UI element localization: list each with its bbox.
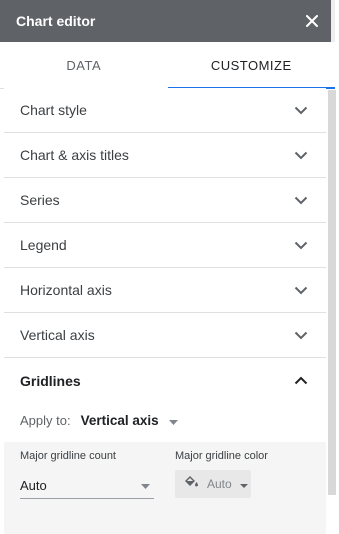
tab-customize[interactable]: CUSTOMIZE: [167, 42, 336, 89]
dropdown-arrow-icon: [239, 475, 248, 493]
tab-data[interactable]: DATA: [0, 42, 168, 88]
section-label: Chart style: [20, 102, 87, 118]
gridline-options: Major gridline count Major gridline colo…: [4, 442, 326, 534]
section-legend[interactable]: Legend: [4, 223, 326, 268]
dropdown-arrow-icon: [168, 413, 178, 428]
chart-editor-panel: Chart editor DATA CUSTOMIZE Chart style …: [0, 0, 339, 534]
editor-title: Chart editor: [16, 13, 96, 29]
major-gridline-color-value: Auto: [207, 477, 232, 491]
section-vertical-axis[interactable]: Vertical axis: [4, 313, 326, 358]
section-label: Legend: [20, 237, 67, 253]
chevron-down-icon: [294, 193, 308, 207]
section-horizontal-axis[interactable]: Horizontal axis: [4, 268, 326, 313]
scrollbar[interactable]: [328, 90, 336, 495]
editor-header: Chart editor: [0, 0, 335, 42]
apply-to-dropdown[interactable]: Vertical axis: [81, 413, 178, 428]
section-label: Series: [20, 192, 60, 208]
section-series[interactable]: Series: [4, 178, 326, 223]
chevron-down-icon: [294, 238, 308, 252]
chevron-up-icon: [294, 374, 308, 388]
close-icon: [306, 15, 318, 27]
section-chart-style[interactable]: Chart style: [4, 88, 326, 133]
apply-to-row: Apply to: Vertical axis: [4, 403, 326, 438]
section-label: Vertical axis: [20, 327, 95, 343]
apply-to-value: Vertical axis: [80, 413, 159, 428]
chevron-down-icon: [294, 328, 308, 342]
chevron-down-icon: [294, 148, 308, 162]
section-label: Gridlines: [20, 372, 81, 389]
apply-to-label: Apply to:: [20, 413, 71, 428]
chevron-down-icon: [294, 103, 308, 117]
major-gridline-color-label: Major gridline color: [175, 450, 268, 462]
close-button[interactable]: [295, 4, 329, 38]
major-gridline-count-dropdown[interactable]: Auto: [20, 472, 154, 499]
major-gridline-count-label: Major gridline count: [20, 450, 116, 462]
editor-tabs: DATA CUSTOMIZE: [0, 42, 335, 89]
section-label: Chart & axis titles: [20, 147, 129, 163]
section-gridlines[interactable]: Gridlines: [4, 358, 326, 403]
major-gridline-color-button[interactable]: Auto: [175, 470, 251, 498]
paint-bucket-icon: [183, 475, 199, 494]
section-chart-axis-titles[interactable]: Chart & axis titles: [4, 133, 326, 178]
scrollbar-thumb[interactable]: [328, 90, 336, 495]
section-label: Horizontal axis: [20, 282, 112, 298]
chevron-down-icon: [294, 283, 308, 297]
dropdown-arrow-icon: [141, 476, 150, 494]
major-gridline-count-value: Auto: [20, 477, 47, 493]
customize-content: Chart style Chart & axis titles Series L…: [4, 88, 326, 534]
